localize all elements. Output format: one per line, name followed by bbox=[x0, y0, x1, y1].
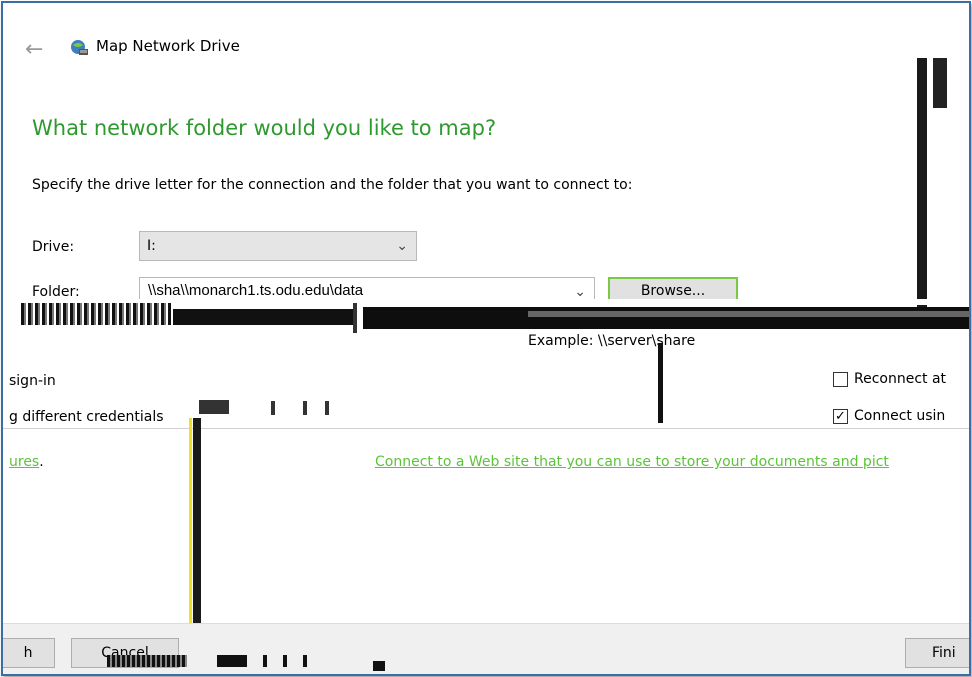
footer-left-button[interactable]: h bbox=[3, 638, 55, 668]
render-artifact bbox=[217, 655, 247, 667]
chevron-down-icon: ⌄ bbox=[396, 238, 408, 254]
reconnect-label: Reconnect at bbox=[854, 371, 947, 387]
folder-label: Folder: bbox=[32, 284, 80, 300]
map-network-drive-window: ← Map Network Drive What network folder … bbox=[1, 1, 971, 676]
drive-select[interactable]: I: ⌄ bbox=[139, 231, 417, 261]
website-storage-link[interactable]: Connect to a Web site that you can use t… bbox=[375, 454, 889, 470]
render-artifact bbox=[199, 400, 229, 414]
render-artifact bbox=[263, 655, 267, 667]
network-drive-icon bbox=[71, 40, 88, 55]
render-artifact bbox=[271, 401, 275, 415]
folder-partial-prefix: \\sha bbox=[148, 282, 181, 299]
drive-label: Drive: bbox=[32, 239, 75, 255]
pictures-link-row: ures. bbox=[9, 454, 44, 470]
render-artifact bbox=[917, 58, 927, 308]
render-artifact bbox=[283, 655, 287, 667]
render-artifact bbox=[303, 401, 307, 415]
folder-example-text: Example: \\server\share bbox=[528, 333, 696, 349]
render-artifact bbox=[373, 661, 385, 671]
instruction-text: Specify the drive letter for the connect… bbox=[32, 177, 633, 193]
back-arrow-icon[interactable]: ← bbox=[25, 39, 43, 61]
render-artifact bbox=[107, 655, 187, 667]
footer-bar: h Cancel Fini bbox=[3, 623, 969, 674]
connect-credentials-checkbox[interactable]: ✓ bbox=[833, 409, 848, 424]
finish-button[interactable]: Fini bbox=[905, 638, 969, 668]
connect-credentials-label: Connect usin bbox=[854, 408, 946, 424]
render-artifact bbox=[325, 401, 329, 415]
window-title: Map Network Drive bbox=[96, 37, 240, 55]
render-artifact bbox=[193, 418, 201, 653]
render-artifact bbox=[933, 58, 947, 108]
folder-input-value: \\monarch1.ts.odu.edu\data bbox=[180, 282, 364, 299]
sign-in-text: sign-in bbox=[9, 373, 56, 389]
render-artifact-band bbox=[3, 299, 969, 333]
render-artifact bbox=[189, 418, 192, 653]
drive-select-value: I: bbox=[147, 238, 156, 254]
separator bbox=[3, 428, 969, 429]
render-artifact bbox=[303, 655, 307, 667]
reconnect-checkbox[interactable] bbox=[833, 372, 848, 387]
pictures-link[interactable]: ures bbox=[9, 454, 39, 470]
different-credentials-text: g different credentials bbox=[9, 409, 164, 425]
page-heading: What network folder would you like to ma… bbox=[32, 116, 497, 140]
render-artifact bbox=[658, 343, 663, 423]
pictures-link-suffix: . bbox=[39, 454, 44, 470]
